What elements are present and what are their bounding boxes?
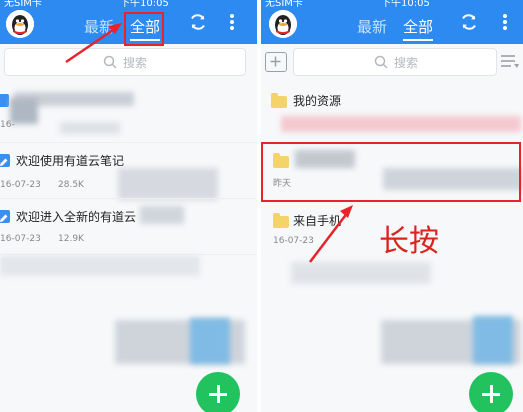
redacted-block bbox=[473, 316, 513, 364]
search-icon bbox=[374, 54, 388, 73]
qq-avatar-icon[interactable] bbox=[269, 10, 297, 38]
right-screen: 无SIM卡 下午10:05 最新 全部 搜索 我的资源 昨天 来自手机 16-0… bbox=[261, 0, 523, 412]
note-title: 欢迎使用有道云笔记 bbox=[16, 154, 125, 168]
tab-latest[interactable]: 最新 bbox=[84, 16, 114, 37]
search-input[interactable]: 搜索 bbox=[293, 48, 497, 76]
carrier-label: 无SIM卡 bbox=[265, 0, 303, 9]
redacted-meta bbox=[60, 122, 120, 134]
annotation-label: 长按 bbox=[379, 224, 439, 259]
note-title: 欢迎进入全新的有道云 bbox=[16, 210, 137, 224]
folder-icon bbox=[271, 93, 287, 108]
tab-latest[interactable]: 最新 bbox=[357, 16, 387, 37]
note-size: 28.5K bbox=[58, 180, 84, 190]
note-date: 16-07-23 bbox=[0, 234, 41, 244]
note-date: 16-07-23 bbox=[0, 180, 41, 190]
left-screen: 无SIM卡 下午10:05 最新 全部 搜索 16- 欢迎使用有道云笔记 16-… bbox=[0, 0, 257, 412]
status-bar: 无SIM卡 下午10:05 bbox=[261, 0, 523, 9]
search-placeholder: 搜索 bbox=[394, 56, 419, 70]
redacted-row bbox=[0, 256, 200, 276]
qq-avatar-icon[interactable] bbox=[6, 10, 34, 38]
redacted-block bbox=[190, 318, 230, 364]
highlight-box bbox=[124, 12, 164, 46]
clock: 下午10:05 bbox=[120, 0, 169, 9]
folder-title: 来自手机 bbox=[293, 214, 342, 228]
note-size: 12.9K bbox=[58, 234, 84, 244]
list-item[interactable]: 欢迎进入全新的有道云 16-07-23 12.9K bbox=[0, 202, 257, 252]
list-item[interactable]: 我的资源 bbox=[261, 84, 523, 136]
folder-title: 我的资源 bbox=[293, 94, 342, 108]
carrier-label: 无SIM卡 bbox=[4, 0, 42, 9]
list-item[interactable]: 欢迎使用有道云笔记 16-07-23 28.5K bbox=[0, 146, 257, 200]
redacted-row bbox=[291, 262, 431, 284]
tab-all[interactable]: 全部 bbox=[403, 16, 434, 41]
status-bar: 无SIM卡 下午10:05 bbox=[0, 0, 257, 9]
sync-icon[interactable] bbox=[188, 12, 208, 36]
more-icon[interactable] bbox=[501, 12, 509, 36]
folder-icon bbox=[273, 213, 289, 228]
folder-date: 16-07-23 bbox=[273, 236, 314, 246]
redacted-row bbox=[281, 116, 521, 132]
note-date: 16- bbox=[0, 120, 15, 130]
note-icon bbox=[0, 210, 10, 223]
top-bar: 无SIM卡 下午10:05 最新 全部 bbox=[261, 0, 523, 44]
add-note-button[interactable] bbox=[469, 372, 513, 412]
search-input[interactable]: 搜索 bbox=[4, 48, 246, 76]
add-note-button[interactable] bbox=[196, 372, 240, 412]
search-placeholder: 搜索 bbox=[123, 56, 148, 70]
list-view-icon[interactable] bbox=[501, 54, 519, 74]
add-folder-icon[interactable] bbox=[265, 52, 287, 72]
clock: 下午10:05 bbox=[381, 0, 430, 9]
divider bbox=[0, 198, 257, 199]
search-icon bbox=[103, 54, 117, 73]
list-item[interactable]: 16- bbox=[0, 78, 257, 140]
divider bbox=[0, 254, 257, 255]
redacted-thumbnail bbox=[118, 168, 218, 200]
more-icon[interactable] bbox=[228, 12, 236, 36]
divider bbox=[0, 142, 257, 143]
highlight-box bbox=[261, 142, 521, 202]
note-icon bbox=[0, 154, 10, 167]
note-icon bbox=[0, 94, 9, 107]
redacted-block bbox=[140, 206, 184, 224]
sync-icon[interactable] bbox=[459, 12, 479, 36]
